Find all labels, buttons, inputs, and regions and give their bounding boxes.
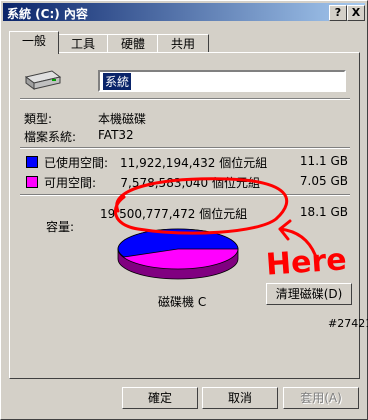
filesystem-label: 檔案系統: [24,130,77,144]
disk-cleanup-button[interactable]: 清理磁碟(D) [266,283,352,305]
help-icon: ? [334,6,342,19]
tab-sharing[interactable]: 共用 [157,34,209,53]
used-space-label: 已使用空間: [44,156,109,170]
title-bar[interactable]: 系統 (C:) 內容 ? X [3,3,365,21]
used-space-gb: 11.1 GB [299,154,348,168]
close-button[interactable]: X [347,5,365,21]
apply-button[interactable]: 套用(A) [283,387,359,409]
drive-icon [24,70,62,90]
cancel-button[interactable]: 取消 [202,387,278,409]
type-value: 本機磁碟 [98,112,147,126]
tab-general[interactable]: 一般 [9,31,59,54]
drive-name-input[interactable]: 系統 [98,70,346,92]
capacity-label: 容量: [46,220,75,234]
circle-mark [113,177,288,235]
drive-name-value: 系統 [103,73,132,90]
used-space-swatch [26,156,38,168]
help-button[interactable]: ? [329,5,347,21]
filesystem-value: FAT32 [98,128,134,142]
disk-label: 磁碟機 C [158,295,207,309]
type-label: 類型: [24,112,53,126]
watermark: #27421 [328,317,368,330]
properties-window: 系統 (C:) 內容 ? X 一般 工具 硬體 共用 系統 類型: 本機磁碟 檔… [0,0,368,420]
annotation-here: Here [264,242,348,283]
ok-button[interactable]: 確定 [122,387,198,409]
used-space-bytes: 11,922,194,432 個位元組 [120,156,268,170]
divider [20,98,350,100]
divider [20,147,350,149]
window-title: 系統 (C:) 內容 [7,7,88,21]
free-space-label: 可用空間: [44,176,97,190]
tab-hardware[interactable]: 硬體 [107,34,159,53]
general-panel: 系統 類型: 本機磁碟 檔案系統: FAT32 已使用空間: 11,922,19… [9,52,368,379]
tab-tools[interactable]: 工具 [57,34,109,53]
free-space-swatch [26,176,38,188]
close-icon: X [351,6,361,19]
